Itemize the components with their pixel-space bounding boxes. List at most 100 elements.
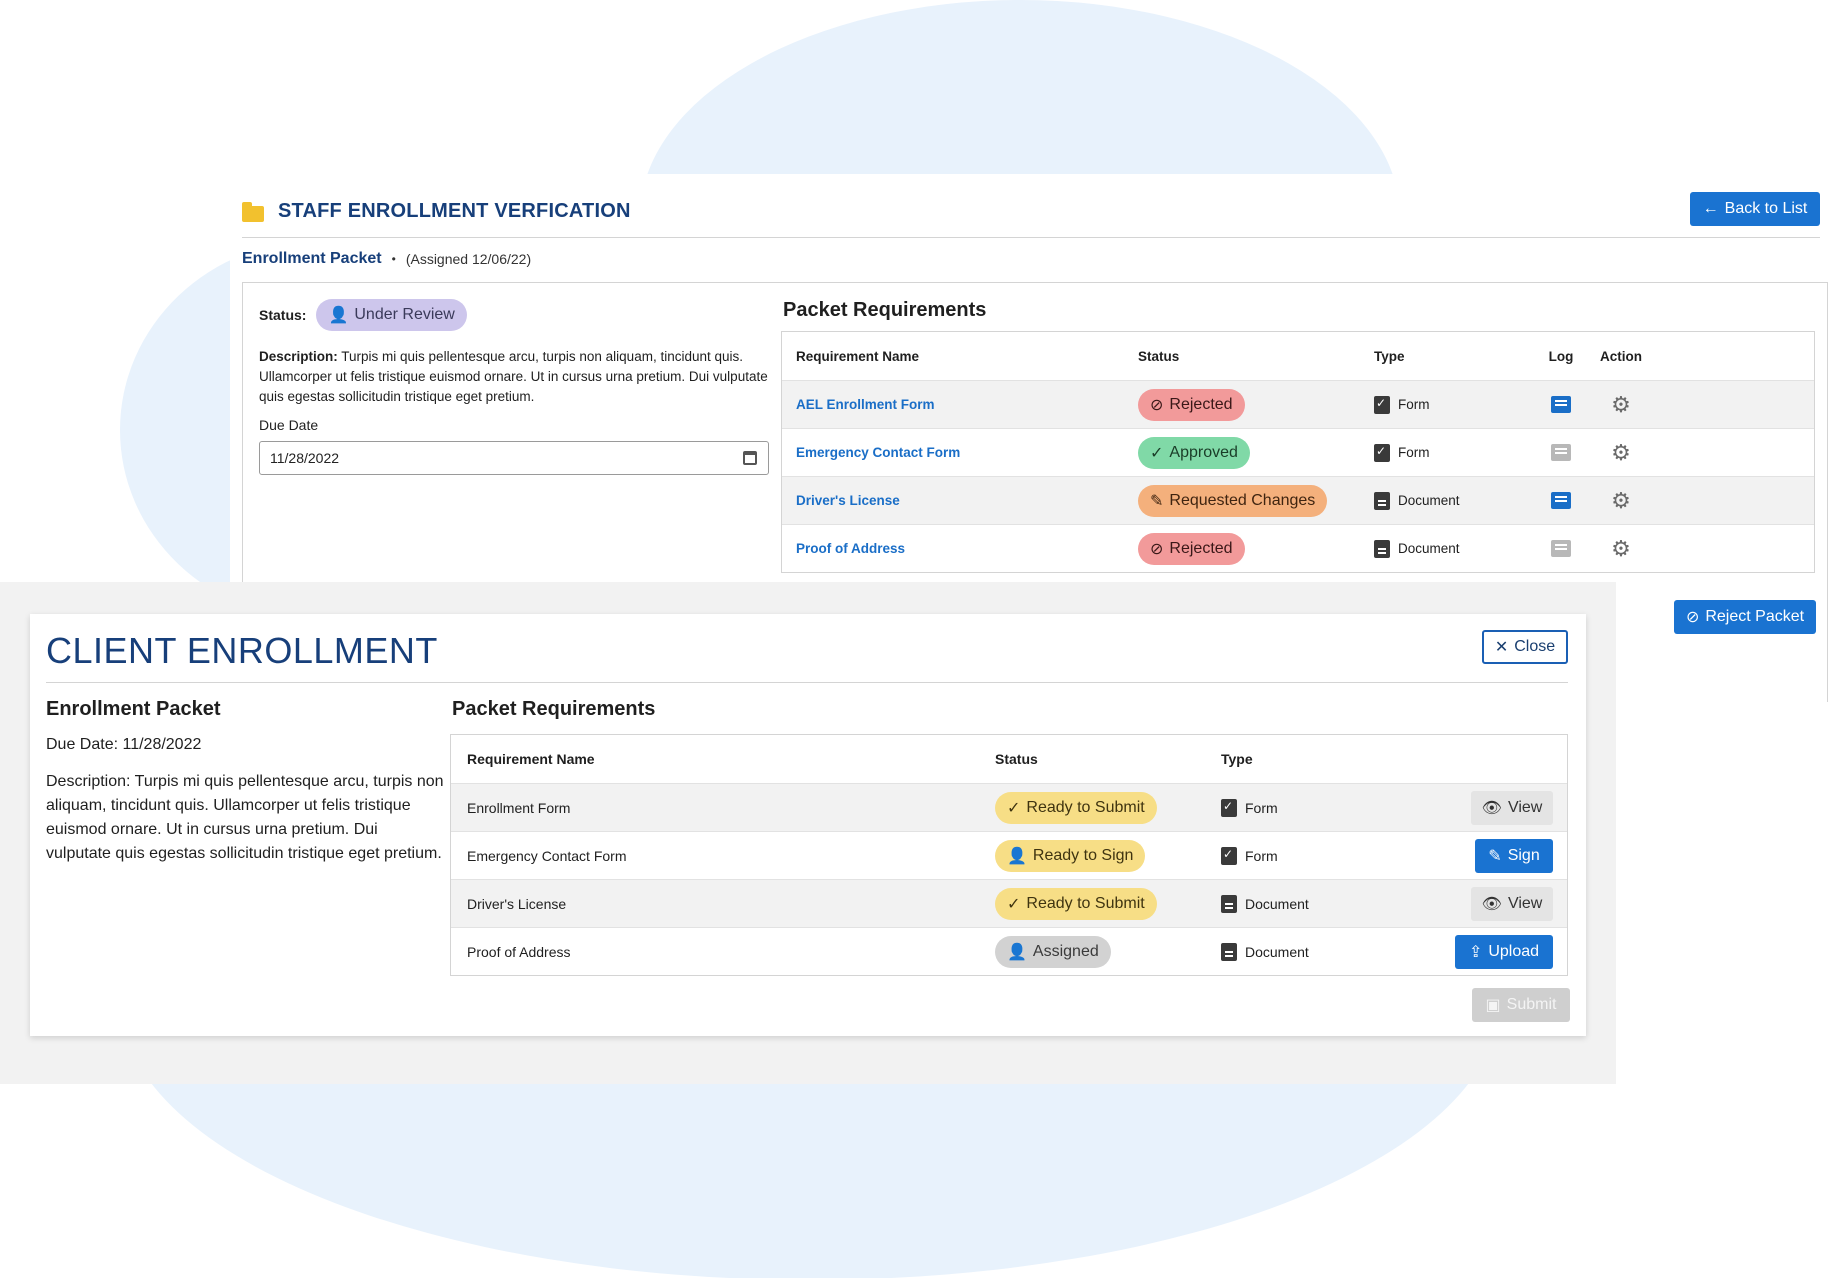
gear-icon[interactable]: ⚙ <box>1611 393 1631 416</box>
status-badge-label: Ready to Submit <box>1026 798 1145 816</box>
requirement-link[interactable]: AEL Enrollment Form <box>796 397 935 412</box>
requirement-name: Emergency Contact Form <box>467 847 627 864</box>
column-header: Requirement Name <box>467 751 595 767</box>
clipboard-check-icon <box>1221 798 1237 817</box>
ban-icon: ⊘ <box>1150 540 1164 558</box>
arrow-left-icon: ← <box>1702 200 1719 217</box>
table-row: Proof of Address ⊘ Rejected Document ⚙ <box>782 524 1814 572</box>
submit-label: Submit <box>1506 996 1557 1013</box>
status-badge: 👤 Under Review <box>316 299 467 331</box>
status-badge-label: Rejected <box>1169 395 1233 413</box>
due-date-label: Due Date <box>259 417 319 433</box>
document-icon <box>1221 894 1237 913</box>
comment-icon[interactable] <box>1551 396 1571 413</box>
file-upload-icon: ⇪ <box>1468 943 1483 961</box>
document-icon <box>1374 539 1390 558</box>
comment-icon[interactable] <box>1551 492 1571 509</box>
gear-icon[interactable]: ⚙ <box>1611 489 1631 512</box>
folder-upload-icon: ▣ <box>1485 997 1501 1014</box>
table-row: Emergency Contact Form 👤 Ready to Sign Fo… <box>451 831 1567 879</box>
status-badge: ⊘ Rejected <box>1138 532 1245 565</box>
calendar-icon[interactable] <box>743 451 757 465</box>
view-label: View <box>1507 894 1543 912</box>
requirement-name: Driver's License <box>467 895 567 912</box>
status-row: Status: 👤 Under Review <box>259 299 467 331</box>
table-row: Enrollment Form ✓ Ready to Submit Form 👁 V… <box>451 783 1567 831</box>
comment-icon[interactable] <box>1551 444 1571 461</box>
divider <box>46 682 1568 683</box>
close-icon: ✕ <box>1494 639 1509 656</box>
status-badge-label: Ready to Submit <box>1026 894 1145 912</box>
user-icon: 👤 <box>1007 943 1027 961</box>
view-button[interactable]: 👁 View <box>1471 790 1553 825</box>
upload-button[interactable]: ⇪ Upload <box>1455 934 1553 969</box>
column-header: Type <box>1221 751 1253 767</box>
submit-button[interactable]: ▣ Submit <box>1472 988 1570 1022</box>
table-row: Proof of Address 👤 Assigned Document ⇪ Upl… <box>451 927 1567 975</box>
staff-header: STAFF ENROLLMENT VERFICATION ← Back to L… <box>242 192 1820 238</box>
packet-description: Description: Turpis mi quis pellentesque… <box>259 347 769 407</box>
type-label: Document <box>1398 541 1460 556</box>
client-overlay: CLIENT ENROLLMENT ✕ Close Enrollment Pac… <box>0 582 1616 1084</box>
view-label: View <box>1507 798 1543 816</box>
column-header: Status <box>1138 348 1180 364</box>
table-row: Driver's License ✓ Ready to Submit Docume… <box>451 879 1567 927</box>
page-title: STAFF ENROLLMENT VERFICATION <box>278 200 631 222</box>
status-label: Status: <box>259 307 307 323</box>
staff-requirements-table: Requirement Name Status Type Log Action … <box>781 331 1815 573</box>
status-badge-label: Rejected <box>1169 539 1233 557</box>
back-to-list-label: Back to List <box>1724 200 1808 217</box>
view-button[interactable]: 👁 View <box>1471 886 1553 921</box>
reject-packet-label: Reject Packet <box>1705 608 1805 625</box>
eye-icon: 👁 <box>1481 895 1502 913</box>
table-row: Emergency Contact Form ✓ Approved Form ⚙ <box>782 428 1814 476</box>
status-badge: 👤 Ready to Sign <box>995 839 1146 872</box>
sign-label: Sign <box>1507 846 1540 864</box>
status-badge-label: Requested Changes <box>1169 491 1316 509</box>
type-label: Form <box>1245 847 1278 864</box>
requirement-name: Enrollment Form <box>467 799 571 816</box>
comment-icon[interactable] <box>1551 540 1571 557</box>
type-label: Form <box>1245 799 1278 816</box>
packet-name: Enrollment Packet <box>46 698 221 720</box>
requirements-title: Packet Requirements <box>452 698 656 720</box>
ban-icon: ⊘ <box>1685 609 1700 626</box>
gear-icon[interactable]: ⚙ <box>1611 441 1631 464</box>
requirement-link[interactable]: Driver's License <box>796 493 900 508</box>
close-button[interactable]: ✕ Close <box>1482 630 1568 664</box>
pencil-icon: ✎ <box>1488 847 1502 865</box>
requirement-link[interactable]: Proof of Address <box>796 541 905 556</box>
back-to-list-button[interactable]: ← Back to List <box>1690 192 1820 226</box>
folder-icon <box>242 202 264 222</box>
status-badge: ⊘ Rejected <box>1138 388 1245 421</box>
status-badge-label: Ready to Sign <box>1032 846 1134 864</box>
separator-dot: • <box>391 252 396 266</box>
table-row: Driver's License ✎ Requested Changes Docu… <box>782 476 1814 524</box>
status-badge-label: Approved <box>1169 443 1238 461</box>
reject-packet-button[interactable]: ⊘ Reject Packet <box>1674 600 1816 634</box>
column-header: Action <box>1600 348 1642 364</box>
gear-icon[interactable]: ⚙ <box>1611 537 1631 560</box>
description-label: Description: <box>259 349 338 364</box>
clipboard-check-icon <box>1221 846 1237 865</box>
status-badge: ✓ Approved <box>1138 436 1250 469</box>
type-label: Document <box>1245 943 1309 960</box>
clipboard-check-icon <box>1374 443 1390 462</box>
type-label: Document <box>1398 493 1460 508</box>
status-badge: ✓ Ready to Submit <box>995 887 1157 920</box>
status-badge: ✓ Ready to Submit <box>995 791 1157 824</box>
column-header: Log <box>1548 348 1574 364</box>
pencil-icon: ✎ <box>1150 492 1164 510</box>
status-badge-label: Assigned <box>1032 942 1099 960</box>
table-header: Requirement Name Status Type <box>451 735 1567 783</box>
type-label: Form <box>1398 397 1430 412</box>
requirement-link[interactable]: Emergency Contact Form <box>796 445 960 460</box>
sign-button[interactable]: ✎ Sign <box>1475 838 1553 873</box>
upload-label: Upload <box>1488 942 1540 960</box>
requirements-title: Packet Requirements <box>783 299 987 321</box>
column-header: Status <box>995 751 1038 767</box>
due-date-input[interactable] <box>259 441 769 475</box>
status-badge: ✎ Requested Changes <box>1138 484 1328 517</box>
type-label: Form <box>1398 445 1430 460</box>
client-enrollment-card: CLIENT ENROLLMENT ✕ Close Enrollment Pac… <box>30 614 1586 1036</box>
